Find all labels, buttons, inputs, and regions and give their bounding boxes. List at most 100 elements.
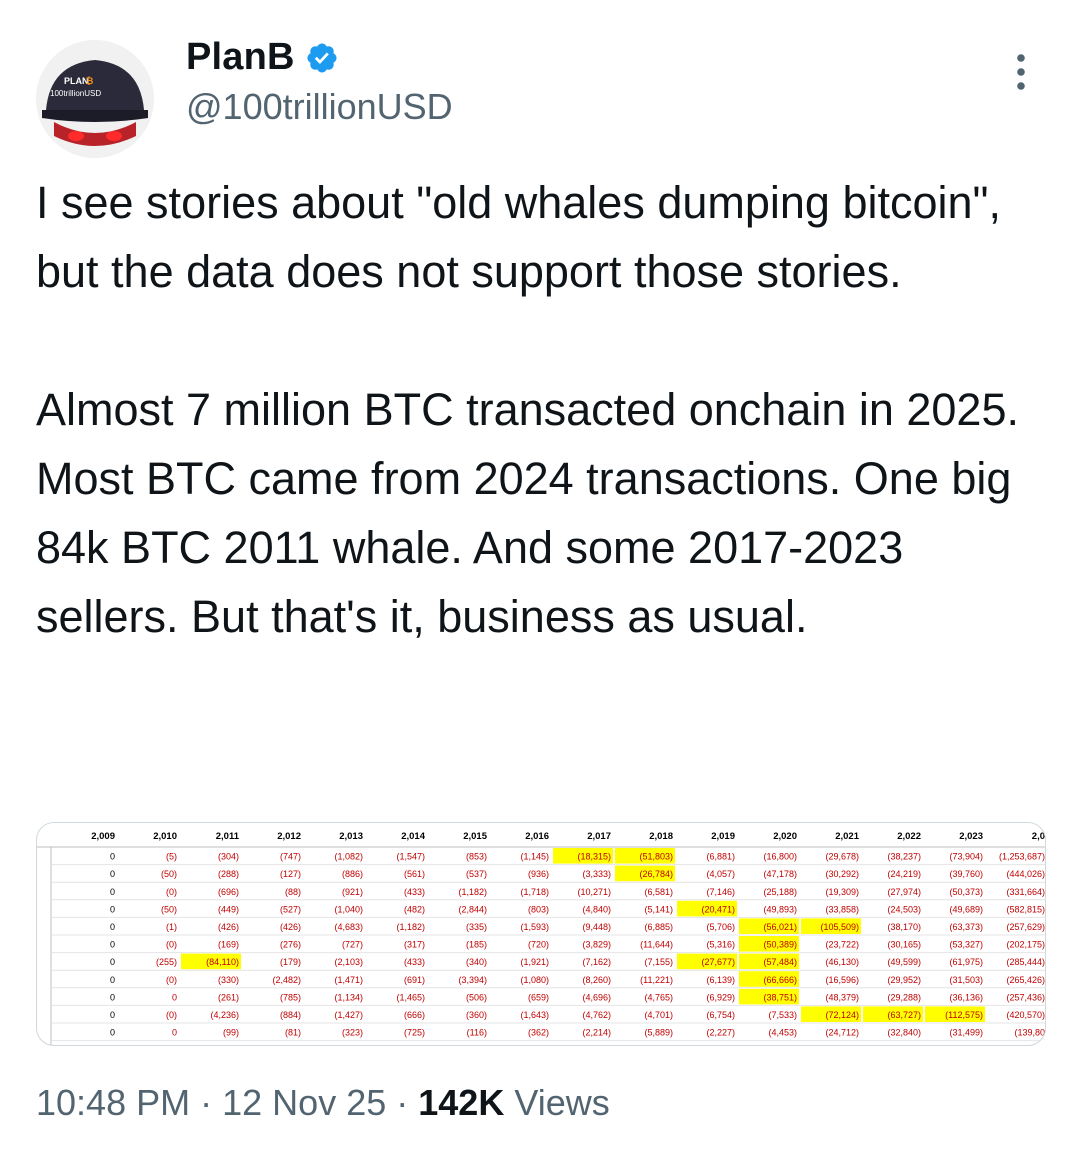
author-name-row[interactable]: PlanB bbox=[186, 36, 339, 79]
verified-badge-icon[interactable] bbox=[305, 41, 339, 75]
sheet-cell: (46,130) bbox=[825, 957, 859, 967]
sheet-cell: (29,288) bbox=[887, 992, 921, 1002]
sheet-cell: (202,175) bbox=[1006, 940, 1045, 950]
tweet-paragraph-1: I see stories about "old whales dumping … bbox=[36, 177, 1001, 297]
sheet-cell: 0 bbox=[110, 1010, 115, 1020]
sheet-cell: (50) bbox=[161, 869, 177, 879]
views-label: Views bbox=[514, 1082, 610, 1123]
sheet-cell: (921) bbox=[342, 887, 363, 897]
sheet-cell: (38,237) bbox=[887, 852, 921, 862]
sheet-cell: (527) bbox=[280, 904, 301, 914]
sheet-cell: (105,509) bbox=[820, 922, 859, 932]
sheet-cell: (5) bbox=[166, 852, 177, 862]
sheet-cell: 0 bbox=[110, 869, 115, 879]
sheet-cell: (29,952) bbox=[887, 975, 921, 985]
sheet-cell: (1,921) bbox=[520, 957, 549, 967]
tweet-paragraph-2: Almost 7 million BTC transacted onchain … bbox=[36, 384, 1019, 642]
sheet-cell: (331,664) bbox=[1006, 887, 1045, 897]
sheet-cell: (4,701) bbox=[644, 1010, 673, 1020]
sheet-cell: (99) bbox=[223, 1028, 239, 1038]
sheet-cell: (84,110) bbox=[206, 957, 239, 967]
cap-avatar-image: PLAN ₿ 100trillionUSD bbox=[36, 40, 154, 158]
sheet-cell: (179) bbox=[280, 957, 301, 967]
sheet-cell: (257,629) bbox=[1006, 922, 1045, 932]
sheet-header-cell: 2,021 bbox=[835, 831, 859, 842]
sheet-cell: (6,139) bbox=[706, 975, 735, 985]
sheet-cell: (1,182) bbox=[396, 922, 425, 932]
sheet-cell: (2,482) bbox=[272, 975, 301, 985]
sheet-cell: (285,444) bbox=[1006, 957, 1045, 967]
sheet-cell: (1,547) bbox=[396, 852, 425, 862]
sheet-cell: (0) bbox=[166, 940, 177, 950]
sheet-cell: (433) bbox=[404, 957, 425, 967]
tweet-date[interactable]: 12 Nov 25 bbox=[222, 1082, 386, 1123]
tweet-media-image[interactable]: 2,009 2,010 2,011 2,012 2,013 2,014 2,015 2,016… bbox=[36, 822, 1046, 1046]
sheet-cell: (1,465) bbox=[396, 992, 425, 1002]
sheet-cell: (420,570) bbox=[1006, 1010, 1045, 1020]
sheet-cell: (747) bbox=[280, 852, 301, 862]
sheet-cell: (317) bbox=[404, 940, 425, 950]
sheet-cell: (20,471) bbox=[701, 904, 735, 914]
sheet-cell: (127) bbox=[280, 869, 301, 879]
sheet-cell: (1,145) bbox=[520, 852, 549, 862]
sheet-cell: (426) bbox=[218, 922, 239, 932]
sheet-header-cell: 2,013 bbox=[339, 831, 363, 842]
sheet-header-cell: 2,016 bbox=[525, 831, 549, 842]
sheet-cell: (30,292) bbox=[825, 869, 859, 879]
spreadsheet-image: 2,009 2,010 2,011 2,012 2,013 2,014 2,015 2,016… bbox=[37, 831, 1045, 1045]
sheet-cell: 0 bbox=[110, 887, 115, 897]
sheet-cell: (51,803) bbox=[639, 852, 673, 862]
sheet-header-cell: 2,0 bbox=[1032, 831, 1045, 842]
sheet-cell: (9,448) bbox=[582, 922, 611, 932]
sheet-cell: (16,596) bbox=[825, 975, 859, 985]
more-options-icon[interactable] bbox=[1006, 50, 1036, 96]
sheet-cell: (1,471) bbox=[334, 975, 363, 985]
views-count: 142K bbox=[418, 1082, 505, 1123]
author-handle[interactable]: @100trillionUSD bbox=[186, 86, 453, 128]
sheet-cell: 0 bbox=[110, 992, 115, 1002]
sheet-cell: (5,141) bbox=[644, 904, 673, 914]
author-avatar[interactable]: PLAN ₿ 100trillionUSD bbox=[36, 40, 154, 158]
sheet-cell: (261) bbox=[218, 992, 239, 1002]
sheet-cell: (116) bbox=[467, 1028, 487, 1038]
sheet-cell: (63,373) bbox=[949, 922, 983, 932]
sheet-cell: (81) bbox=[285, 1028, 301, 1038]
sheet-cell: (11,221) bbox=[640, 975, 673, 985]
sheet-cell: (11,644) bbox=[640, 940, 673, 950]
sheet-cell: (1,082) bbox=[334, 852, 363, 862]
sheet-cell: (4,762) bbox=[582, 1010, 611, 1020]
sheet-cell: (2,844) bbox=[458, 904, 487, 914]
sheet-cell: (0) bbox=[166, 975, 177, 985]
sheet-cell: (61,975) bbox=[949, 957, 983, 967]
sheet-cell: (8,260) bbox=[582, 975, 611, 985]
sheet-cell: (936) bbox=[528, 869, 549, 879]
svg-text:₿: ₿ bbox=[86, 76, 93, 86]
sheet-cell: (360) bbox=[466, 1010, 487, 1020]
sheet-cell: (73,904) bbox=[949, 852, 983, 862]
sheet-cell: (27,974) bbox=[887, 887, 921, 897]
sheet-cell: 0 bbox=[110, 975, 115, 985]
sheet-cell: (7,155) bbox=[644, 957, 673, 967]
sheet-cell: (803) bbox=[528, 904, 549, 914]
sheet-cell: (66,666) bbox=[763, 975, 797, 985]
sheet-cell: (1) bbox=[166, 922, 177, 932]
sheet-cell: 0 bbox=[172, 1028, 177, 1038]
sheet-cell: (49,893) bbox=[763, 904, 797, 914]
sheet-cell: (72,124) bbox=[825, 1010, 859, 1020]
sheet-header-cell: 2,011 bbox=[216, 831, 240, 842]
sheet-cell: (4,765) bbox=[644, 992, 673, 1002]
sheet-cell: (26,784) bbox=[639, 869, 673, 879]
sheet-cell: (7,146) bbox=[706, 887, 735, 897]
sheet-cell: (23,722) bbox=[825, 940, 859, 950]
sheet-cell: (444,026) bbox=[1006, 869, 1045, 879]
sheet-cell: (4,683) bbox=[334, 922, 363, 932]
sheet-cell: (2,214) bbox=[582, 1028, 611, 1038]
author-name[interactable]: PlanB bbox=[186, 36, 295, 79]
sheet-cell: (4,236) bbox=[210, 1010, 239, 1020]
sheet-header-cell: 2,020 bbox=[773, 831, 797, 842]
sheet-cell: (720) bbox=[528, 940, 549, 950]
sheet-cell: (2,103) bbox=[334, 957, 363, 967]
tweet-time[interactable]: 10:48 PM bbox=[36, 1082, 190, 1123]
sheet-cell: (50,373) bbox=[949, 887, 983, 897]
sheet-cell: (659) bbox=[528, 992, 549, 1002]
